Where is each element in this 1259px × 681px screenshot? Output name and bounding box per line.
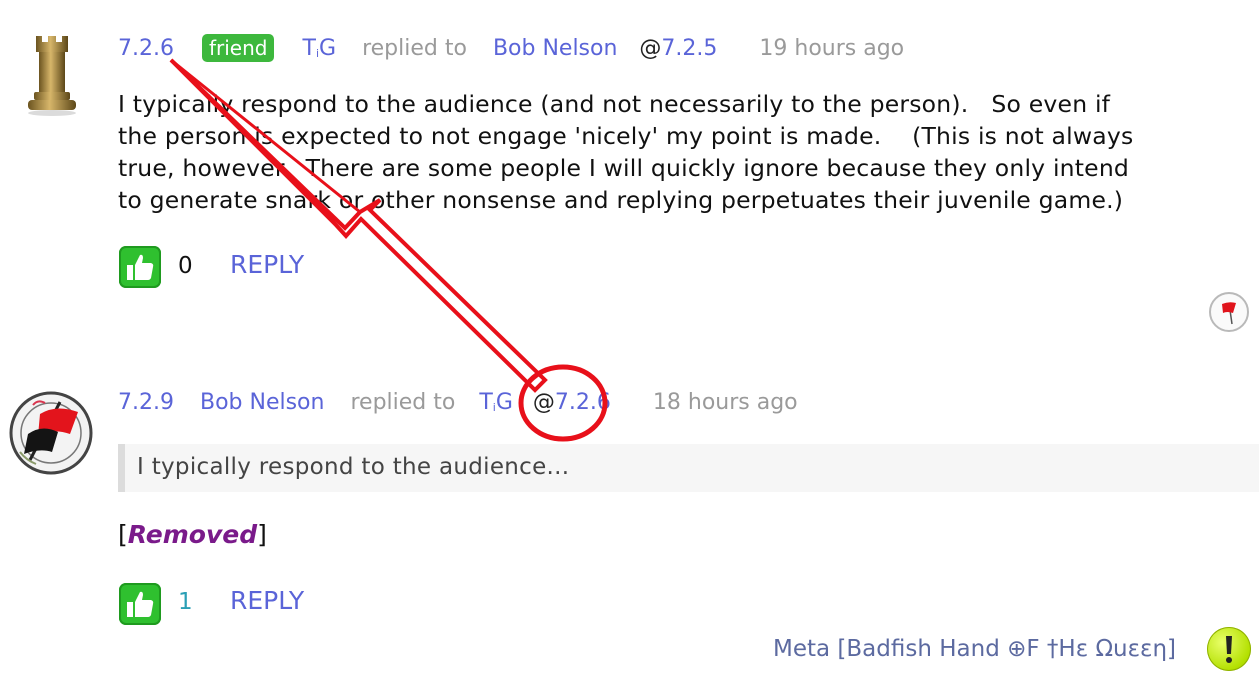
at-sign: @	[532, 390, 555, 415]
alert-button[interactable]	[1207, 627, 1251, 671]
reply-target-author-link[interactable]: TiG	[479, 390, 513, 415]
body-line: true, however. There are some people I w…	[118, 154, 1130, 182]
quote-text: I typically respond to the audience...	[137, 454, 570, 480]
author-link[interactable]: Bob Nelson	[200, 390, 324, 415]
like-count: 0	[178, 253, 193, 279]
antifa-flag-avatar-icon	[9, 391, 93, 475]
bracket: [	[118, 520, 128, 549]
reply-button[interactable]: REPLY	[230, 586, 304, 615]
comment-header: 7.2.9 Bob Nelson replied to TiG @7.2.6 1…	[118, 389, 798, 422]
at-sign: @	[639, 36, 662, 61]
reply-target-number-link[interactable]: 7.2.5	[661, 36, 717, 61]
reply-button[interactable]: REPLY	[230, 250, 304, 279]
author-link[interactable]: TiG	[302, 36, 336, 61]
comment-number-link[interactable]: 7.2.9	[118, 390, 174, 415]
body-line: the person is expected to not engage 'ni…	[118, 122, 1134, 150]
author-letter: G	[319, 36, 337, 61]
comment-body: I typically respond to the audience (and…	[118, 88, 1253, 216]
exclamation-icon	[1226, 636, 1232, 663]
thumbs-up-icon	[127, 254, 154, 280]
comment-number-link[interactable]: 7.2.6	[118, 36, 174, 61]
author-letter: T	[479, 390, 493, 415]
bracket: ]	[257, 520, 267, 549]
removed-label: Removed	[127, 520, 258, 549]
chess-rook-icon	[28, 36, 76, 116]
body-line: I typically respond to the audience (and…	[118, 90, 1111, 118]
comment-header: 7.2.6 friend TiG replied to Bob Nelson @…	[118, 34, 904, 68]
timestamp: 19 hours ago	[759, 36, 905, 61]
author-letter: T	[302, 36, 316, 61]
removed-notice: [Removed]	[118, 520, 267, 549]
like-button[interactable]	[119, 583, 161, 625]
thumbs-up-icon	[127, 591, 154, 617]
avatar[interactable]	[8, 390, 94, 476]
reply-target-author-link[interactable]: Bob Nelson	[493, 36, 617, 61]
replied-to-label: replied to	[350, 390, 456, 415]
author-letter: G	[495, 390, 513, 415]
reply-target-number-link[interactable]: 7.2.6	[555, 390, 611, 415]
friend-badge: friend	[201, 34, 275, 62]
avatar[interactable]	[22, 30, 82, 118]
like-count: 1	[178, 589, 193, 615]
flag-icon	[1222, 302, 1236, 325]
quoted-excerpt: I typically respond to the audience...	[118, 444, 1259, 492]
meta-link[interactable]: Meta [Badfish Hand ⊕F †Hε Ωuεεη]	[773, 636, 1176, 662]
timestamp: 18 hours ago	[652, 390, 798, 415]
body-line: to generate snark or other nonsense and …	[118, 186, 1124, 214]
like-button[interactable]	[119, 246, 161, 288]
replied-to-label: replied to	[362, 36, 467, 61]
flag-button[interactable]	[1209, 292, 1249, 332]
